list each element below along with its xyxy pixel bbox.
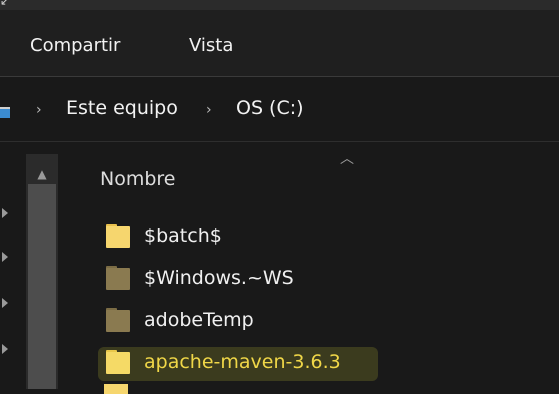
list-item[interactable]: $Windows.~WS bbox=[100, 260, 559, 300]
breadcrumb-os-c[interactable]: OS (C:) bbox=[236, 97, 304, 119]
scroll-up-icon[interactable]: ▲ bbox=[26, 164, 58, 184]
nav-expand-icon[interactable] bbox=[2, 298, 8, 308]
breadcrumb-este-equipo[interactable]: Este equipo bbox=[66, 97, 178, 119]
list-item[interactable]: $batch$ bbox=[100, 218, 559, 258]
navigation-pane-edge bbox=[0, 142, 12, 389]
sort-ascending-icon: ︿ bbox=[340, 151, 354, 167]
file-name: adobeTemp bbox=[144, 309, 254, 331]
window-control-icon: ↙ bbox=[0, 0, 11, 8]
address-bar[interactable]: › Este equipo › OS (C:) bbox=[0, 77, 559, 141]
breadcrumb-separator-icon[interactable]: › bbox=[36, 102, 42, 118]
tab-compartir[interactable]: Compartir bbox=[30, 35, 120, 56]
title-bar-strip: ↙ bbox=[0, 0, 559, 10]
breadcrumb-separator-icon[interactable]: › bbox=[206, 102, 212, 118]
scroll-thumb[interactable] bbox=[28, 184, 56, 389]
file-name: $Windows.~WS bbox=[144, 267, 294, 289]
highlighter-mark bbox=[98, 347, 378, 381]
nav-expand-icon[interactable] bbox=[2, 208, 8, 218]
folder-icon bbox=[106, 224, 130, 248]
nav-expand-icon[interactable] bbox=[2, 344, 8, 354]
folder-icon bbox=[106, 266, 130, 290]
tab-vista[interactable]: Vista bbox=[189, 35, 233, 56]
column-header-nombre[interactable]: Nombre bbox=[100, 168, 176, 190]
navigation-scrollbar[interactable]: ▲ bbox=[26, 154, 58, 389]
folder-icon bbox=[106, 308, 130, 332]
nav-expand-icon[interactable] bbox=[2, 252, 8, 262]
list-item[interactable]: adobeTemp bbox=[100, 302, 559, 342]
file-name: $batch$ bbox=[144, 225, 222, 247]
ribbon-tabs: Compartir Vista bbox=[0, 10, 559, 76]
folder-icon bbox=[104, 384, 128, 394]
drive-icon bbox=[0, 107, 10, 118]
